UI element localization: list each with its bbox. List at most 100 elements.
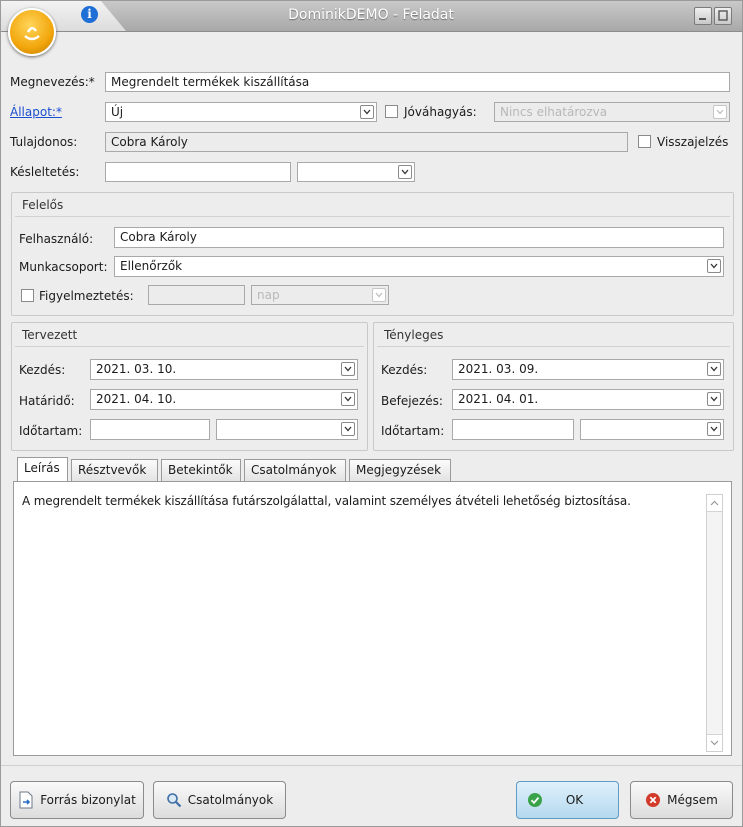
warning-field xyxy=(148,285,245,305)
description-panel: A megrendelt termékek kiszállítása futár… xyxy=(13,481,732,756)
planned-start-dropdown-button[interactable] xyxy=(341,362,355,376)
chevron-down-icon xyxy=(344,426,352,432)
check-icon xyxy=(528,793,542,807)
attachments-button[interactable]: Csatolmányok xyxy=(153,781,286,819)
owner-field: Cobra Károly xyxy=(105,132,628,152)
name-label: Megnevezés:* xyxy=(10,75,95,89)
maximize-icon xyxy=(718,10,728,21)
planned-duration-field[interactable] xyxy=(90,419,210,440)
warning-unit-select: nap xyxy=(251,285,389,305)
warning-label: Figyelmeztetés: xyxy=(39,289,134,303)
app-menu-button[interactable] xyxy=(8,8,56,56)
approval-dropdown-button xyxy=(713,105,727,119)
divider xyxy=(377,346,730,347)
actual-duration-label: Időtartam: xyxy=(381,424,445,438)
chevron-down-icon xyxy=(344,366,352,372)
planned-duration-label: Időtartam: xyxy=(19,424,83,438)
user-label: Felhasználó: xyxy=(19,232,94,246)
delay-label: Késleltetés: xyxy=(10,165,80,179)
chevron-down-icon xyxy=(710,426,718,432)
actual-duration-dropdown-button[interactable] xyxy=(707,422,721,436)
workgroup-value: Ellenőrzők xyxy=(120,259,183,273)
chevron-down-icon xyxy=(710,263,718,269)
divider xyxy=(15,216,730,217)
minimize-button[interactable] xyxy=(694,7,712,25)
approval-checkbox[interactable] xyxy=(385,105,398,118)
actual-finish-value: 2021. 04. 01. xyxy=(458,392,539,406)
planned-deadline-label: Határidő: xyxy=(19,394,75,408)
planned-start-date[interactable]: 2021. 03. 10. xyxy=(90,359,358,380)
actual-start-dropdown-button[interactable] xyxy=(707,362,721,376)
tab-attachments[interactable]: Csatolmányok xyxy=(244,459,346,482)
document-arrow-icon xyxy=(19,791,33,809)
chevron-down-icon xyxy=(710,740,719,746)
ok-label: OK xyxy=(565,793,584,807)
description-scrollbar[interactable] xyxy=(706,494,723,752)
task-window: i DominikDEMO - Feladat Megnevezés:* Meg… xyxy=(0,0,743,827)
feedback-label: Visszajelzés xyxy=(657,135,729,149)
feedback-checkbox[interactable] xyxy=(638,135,651,148)
title-bar: i DominikDEMO - Feladat xyxy=(1,1,742,32)
chevron-down-icon xyxy=(716,109,724,115)
delay-unit-dropdown-button[interactable] xyxy=(398,165,412,179)
tab-participants[interactable]: Résztvevők xyxy=(71,459,158,482)
actual-title: Tényleges xyxy=(384,328,444,342)
planned-deadline-date[interactable]: 2021. 04. 10. xyxy=(90,389,358,410)
planned-deadline-dropdown-button[interactable] xyxy=(341,392,355,406)
status-dropdown-button[interactable] xyxy=(360,105,374,119)
info-icon[interactable]: i xyxy=(81,6,98,23)
actual-start-value: 2021. 03. 09. xyxy=(458,362,539,376)
cancel-icon xyxy=(646,793,661,807)
workgroup-label: Munkacsoport: xyxy=(19,260,108,274)
actual-finish-date[interactable]: 2021. 04. 01. xyxy=(452,389,724,410)
attachments-label: Csatolmányok xyxy=(187,793,274,807)
planned-start-value: 2021. 03. 10. xyxy=(96,362,177,376)
status-value: Új xyxy=(111,105,124,119)
chevron-up-icon xyxy=(710,500,719,506)
workgroup-dropdown-button[interactable] xyxy=(707,259,721,273)
actual-duration-unit-select[interactable] xyxy=(580,419,724,440)
owner-label: Tulajdonos: xyxy=(10,135,78,149)
status-link[interactable]: Állapot:* xyxy=(10,105,62,119)
approval-select: Nincs elhatározva xyxy=(494,102,730,122)
actual-finish-label: Befejezés: xyxy=(381,394,443,408)
tab-description[interactable]: Leírás xyxy=(17,457,68,482)
planned-start-label: Kezdés: xyxy=(19,363,66,377)
ok-button[interactable]: OK xyxy=(516,781,619,819)
workgroup-select[interactable]: Ellenőrzők xyxy=(114,256,724,277)
cancel-button[interactable]: Mégsem xyxy=(630,781,733,819)
scroll-down-button[interactable] xyxy=(707,734,722,751)
actual-start-label: Kezdés: xyxy=(381,363,428,377)
magnifier-icon xyxy=(166,793,182,808)
planned-duration-dropdown-button[interactable] xyxy=(341,422,355,436)
chevron-down-icon xyxy=(363,109,371,115)
delay-field[interactable] xyxy=(105,162,291,182)
warning-unit-value: nap xyxy=(257,288,280,302)
actual-finish-dropdown-button[interactable] xyxy=(707,392,721,406)
delay-unit-select[interactable] xyxy=(297,162,415,182)
actual-start-date[interactable]: 2021. 03. 09. xyxy=(452,359,724,380)
app-logo-icon xyxy=(24,27,40,41)
status-select[interactable]: Új xyxy=(105,102,377,122)
actual-duration-field[interactable] xyxy=(452,419,574,440)
name-field[interactable]: Megrendelt termékek kiszállítása xyxy=(105,72,730,92)
chevron-down-icon xyxy=(710,396,718,402)
cancel-label: Mégsem xyxy=(667,793,718,807)
chevron-down-icon xyxy=(710,366,718,372)
source-document-label: Forrás bizonylat xyxy=(40,793,136,807)
description-text[interactable]: A megrendelt termékek kiszállítása futár… xyxy=(22,493,692,509)
divider xyxy=(15,346,364,347)
source-document-button[interactable]: Forrás bizonylat xyxy=(10,781,144,819)
user-field[interactable]: Cobra Károly xyxy=(114,227,724,248)
tab-viewers[interactable]: Betekintők xyxy=(161,459,241,482)
warning-unit-dropdown-button xyxy=(372,288,386,302)
scroll-up-button[interactable] xyxy=(707,495,722,512)
planned-duration-unit-select[interactable] xyxy=(216,419,358,440)
window-title: DominikDEMO - Feladat xyxy=(288,7,454,23)
tab-notes[interactable]: Megjegyzések xyxy=(349,459,451,482)
responsible-title: Felelős xyxy=(22,198,64,212)
warning-checkbox[interactable] xyxy=(21,289,34,302)
maximize-button[interactable] xyxy=(714,7,732,25)
planned-title: Tervezett xyxy=(22,328,78,342)
minimize-icon xyxy=(699,18,706,20)
